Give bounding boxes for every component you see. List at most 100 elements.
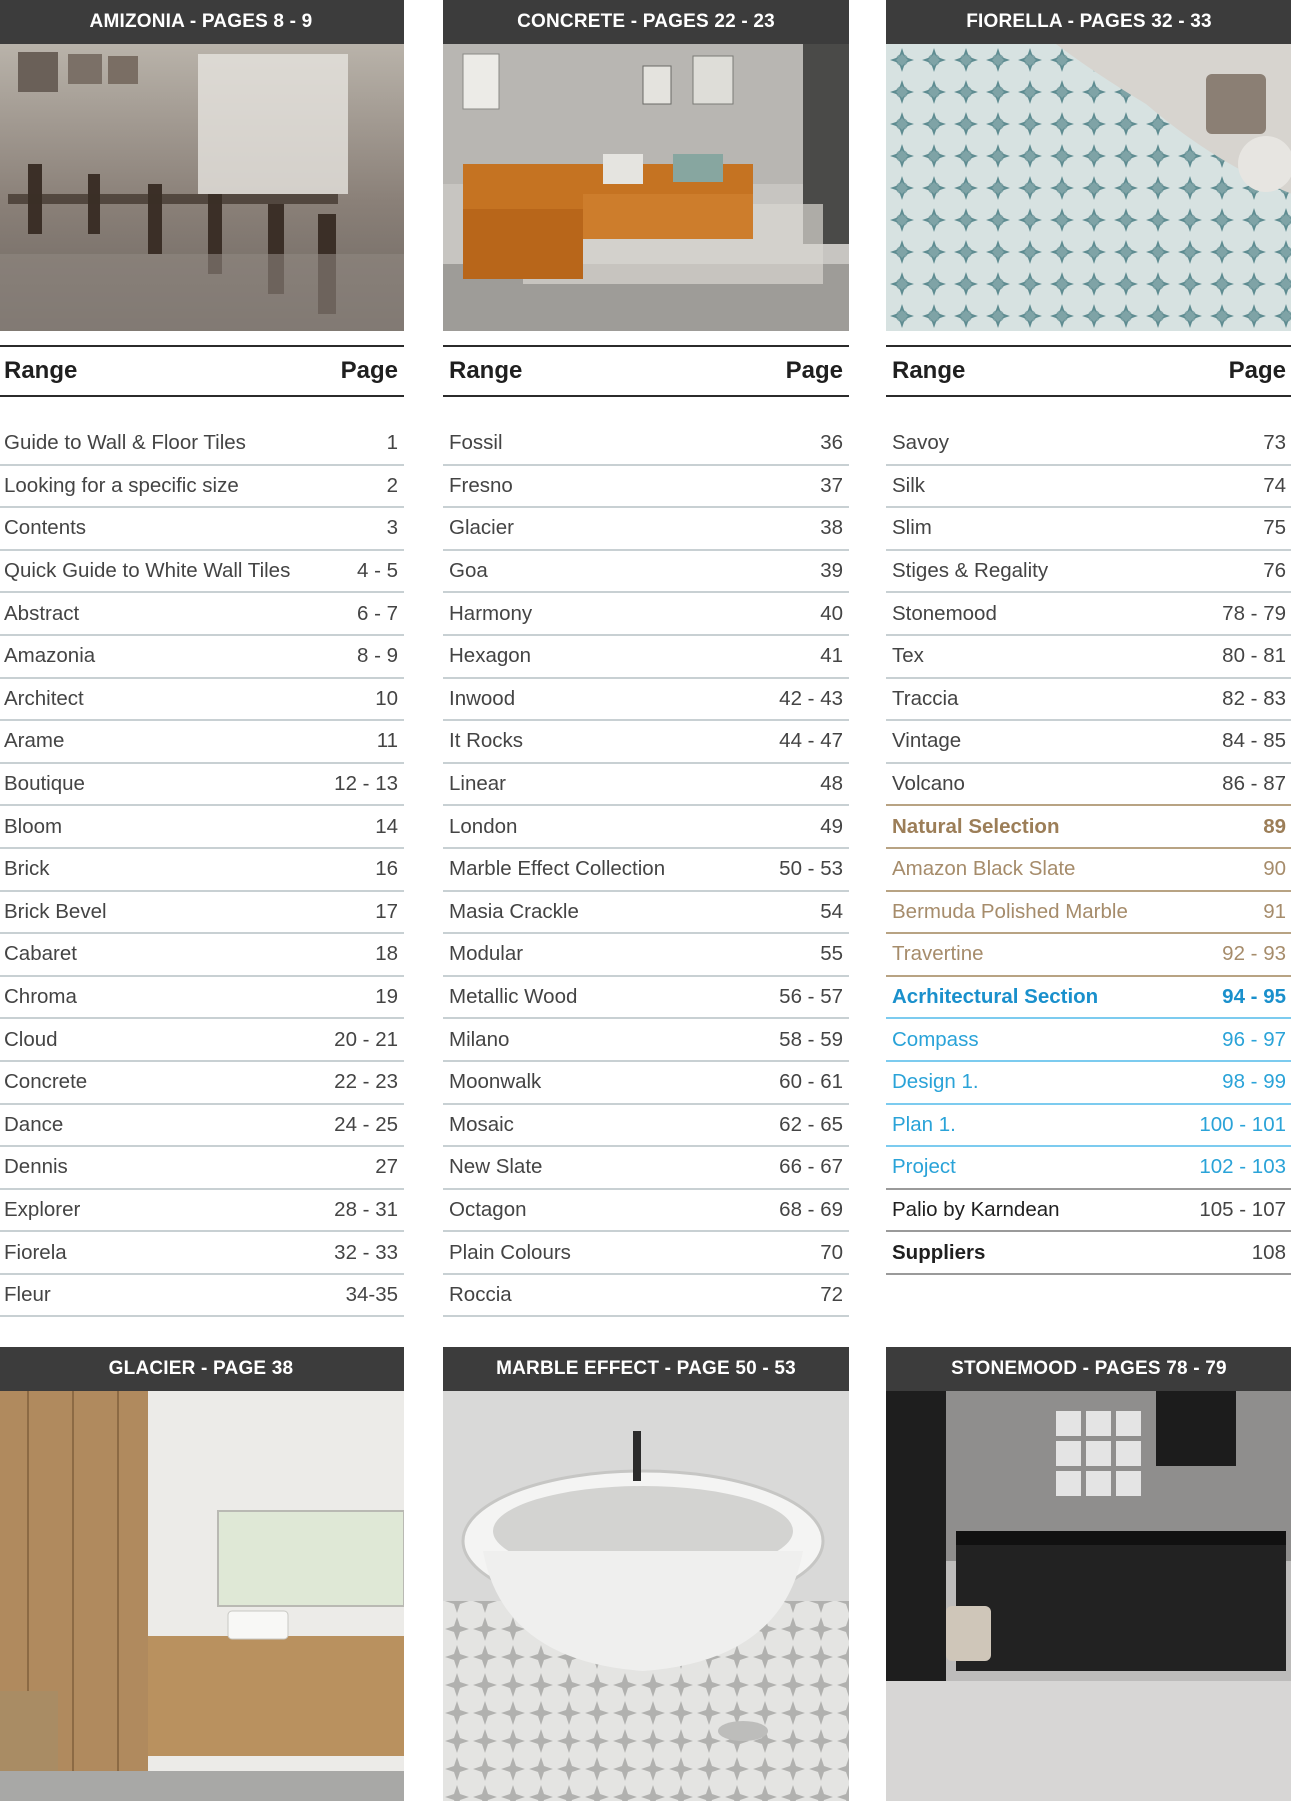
column-1: AMIZONIA - PAGES 8 - 9 Range Page Guide … <box>0 0 404 1801</box>
list-item[interactable]: Fresno 37 <box>443 466 849 509</box>
section-heading-natural-selection[interactable]: Natural Selection 89 <box>886 806 1291 849</box>
page-number: 58 - 59 <box>779 1027 843 1051</box>
list-item[interactable]: Architect 10 <box>0 679 404 722</box>
list-item[interactable]: Quick Guide to White Wall Tiles 4 - 5 <box>0 551 404 594</box>
page-number: 68 - 69 <box>779 1197 843 1221</box>
list-item[interactable]: Amazonia 8 - 9 <box>0 636 404 679</box>
page-number: 22 - 23 <box>334 1070 398 1094</box>
list-item[interactable]: Inwood 42 - 43 <box>443 679 849 722</box>
range-name: Slim <box>892 516 932 540</box>
range-name: Bloom <box>4 814 63 838</box>
photo-caption-amizonia: AMIZONIA - PAGES 8 - 9 <box>0 0 404 44</box>
page-number: 76 <box>1263 559 1286 583</box>
list-item[interactable]: Amazon Black Slate 90 <box>886 849 1291 892</box>
list-item[interactable]: Plan 1. 100 - 101 <box>886 1105 1291 1148</box>
list-item[interactable]: Travertine 92 - 93 <box>886 934 1291 977</box>
list-item[interactable]: Stonemood 78 - 79 <box>886 593 1291 636</box>
list-item[interactable]: Roccia 72 <box>443 1275 849 1318</box>
range-name: Harmony <box>449 601 533 625</box>
list-item[interactable]: Design 1. 98 - 99 <box>886 1062 1291 1105</box>
list-item[interactable]: Arame 11 <box>0 721 404 764</box>
list-item[interactable]: Volcano 86 - 87 <box>886 764 1291 807</box>
page-number: 16 <box>375 857 398 881</box>
list-item[interactable]: Glacier 38 <box>443 508 849 551</box>
range-name: Fleur <box>4 1283 51 1307</box>
range-name: Brick Bevel <box>4 899 107 923</box>
list-item[interactable]: Bloom 14 <box>0 806 404 849</box>
bathroom-vanity-photo <box>0 1391 404 1801</box>
list-item[interactable]: Plain Colours 70 <box>443 1232 849 1275</box>
list-item[interactable]: Moonwalk 60 - 61 <box>443 1062 849 1105</box>
photo-caption-stonemood: STONEMOOD - PAGES 78 - 79 <box>886 1347 1291 1391</box>
range-name: It Rocks <box>449 729 524 753</box>
range-name: Tex <box>892 644 924 668</box>
list-item[interactable]: Slim 75 <box>886 508 1291 551</box>
list-item[interactable]: Cloud 20 - 21 <box>0 1019 404 1062</box>
page-number: 40 <box>820 601 843 625</box>
list-item[interactable]: Linear 48 <box>443 764 849 807</box>
list-item[interactable]: Masia Crackle 54 <box>443 892 849 935</box>
page-number: 11 <box>376 729 398 753</box>
list-item[interactable]: Boutique 12 - 13 <box>0 764 404 807</box>
list-item[interactable]: Tex 80 - 81 <box>886 636 1291 679</box>
range-name: Fiorela <box>4 1240 67 1264</box>
page-number: 89 <box>1263 814 1286 838</box>
list-item[interactable]: Suppliers 108 <box>886 1232 1291 1275</box>
list-item[interactable]: Dance 24 - 25 <box>0 1105 404 1148</box>
list-item[interactable]: Compass 96 - 97 <box>886 1019 1291 1062</box>
list-item[interactable]: London 49 <box>443 806 849 849</box>
list-item[interactable]: New Slate 66 - 67 <box>443 1147 849 1190</box>
list-item[interactable]: Modular 55 <box>443 934 849 977</box>
list-item[interactable]: Silk 74 <box>886 466 1291 509</box>
list-item[interactable]: Marble Effect Collection 50 - 53 <box>443 849 849 892</box>
list-item[interactable]: Dennis 27 <box>0 1147 404 1190</box>
list-item[interactable]: Cabaret 18 <box>0 934 404 977</box>
list-item[interactable]: Brick 16 <box>0 849 404 892</box>
photo-caption-marble-effect: MARBLE EFFECT - PAGE 50 - 53 <box>443 1347 849 1391</box>
list-item[interactable]: Milano 58 - 59 <box>443 1019 849 1062</box>
list-item[interactable]: Looking for a specific size 2 <box>0 466 404 509</box>
range-name: Fresno <box>449 473 513 497</box>
page-number: 70 <box>820 1240 843 1264</box>
list-item[interactable]: Chroma 19 <box>0 977 404 1020</box>
range-name: Masia Crackle <box>449 899 579 923</box>
list-item[interactable]: Vintage 84 - 85 <box>886 721 1291 764</box>
list-item[interactable]: Hexagon 41 <box>443 636 849 679</box>
range-name: Volcano <box>892 772 965 796</box>
list-item[interactable]: Harmony 40 <box>443 593 849 636</box>
list-item[interactable]: Goa 39 <box>443 551 849 594</box>
range-name: Amazonia <box>4 644 96 668</box>
range-name: Inwood <box>449 686 516 710</box>
page-number: 75 <box>1263 516 1286 540</box>
list-item[interactable]: Abstract 6 - 7 <box>0 593 404 636</box>
list-item[interactable]: Octagon 68 - 69 <box>443 1190 849 1233</box>
list-item[interactable]: Fossil 36 <box>443 423 849 466</box>
list-item[interactable]: Traccia 82 - 83 <box>886 679 1291 722</box>
list-item[interactable]: Contents 3 <box>0 508 404 551</box>
range-name: Suppliers <box>892 1240 986 1264</box>
range-name: Fossil <box>449 431 503 455</box>
list-item[interactable]: Project 102 - 103 <box>886 1147 1291 1190</box>
range-name: Explorer <box>4 1197 81 1221</box>
list-item[interactable]: Fiorela 32 - 33 <box>0 1232 404 1275</box>
list-item[interactable]: Metallic Wood 56 - 57 <box>443 977 849 1020</box>
range-name: Octagon <box>449 1197 527 1221</box>
range-name: New Slate <box>449 1155 543 1179</box>
list-item[interactable]: Explorer 28 - 31 <box>0 1190 404 1233</box>
list-item[interactable]: Concrete 22 - 23 <box>0 1062 404 1105</box>
list-item[interactable]: Palio by Karndean 105 - 107 <box>886 1190 1291 1233</box>
page-number: 86 - 87 <box>1222 772 1286 796</box>
list-item[interactable]: Savoy 73 <box>886 423 1291 466</box>
list-item[interactable]: Fleur 34-35 <box>0 1275 404 1318</box>
list-item[interactable]: Bermuda Polished Marble 91 <box>886 892 1291 935</box>
page-number: 82 - 83 <box>1222 686 1286 710</box>
page-number: 10 <box>375 686 398 710</box>
page-number: 38 <box>820 516 843 540</box>
section-heading-architectural[interactable]: Acrhitectural Section 94 - 95 <box>886 977 1291 1020</box>
list-item[interactable]: Mosaic 62 - 65 <box>443 1105 849 1148</box>
list-item[interactable]: Stiges & Regality 76 <box>886 551 1291 594</box>
list-item[interactable]: It Rocks 44 - 47 <box>443 721 849 764</box>
list-item[interactable]: Guide to Wall & Floor Tiles 1 <box>0 423 404 466</box>
list-item[interactable]: Brick Bevel 17 <box>0 892 404 935</box>
page-number: 96 - 97 <box>1222 1027 1286 1051</box>
